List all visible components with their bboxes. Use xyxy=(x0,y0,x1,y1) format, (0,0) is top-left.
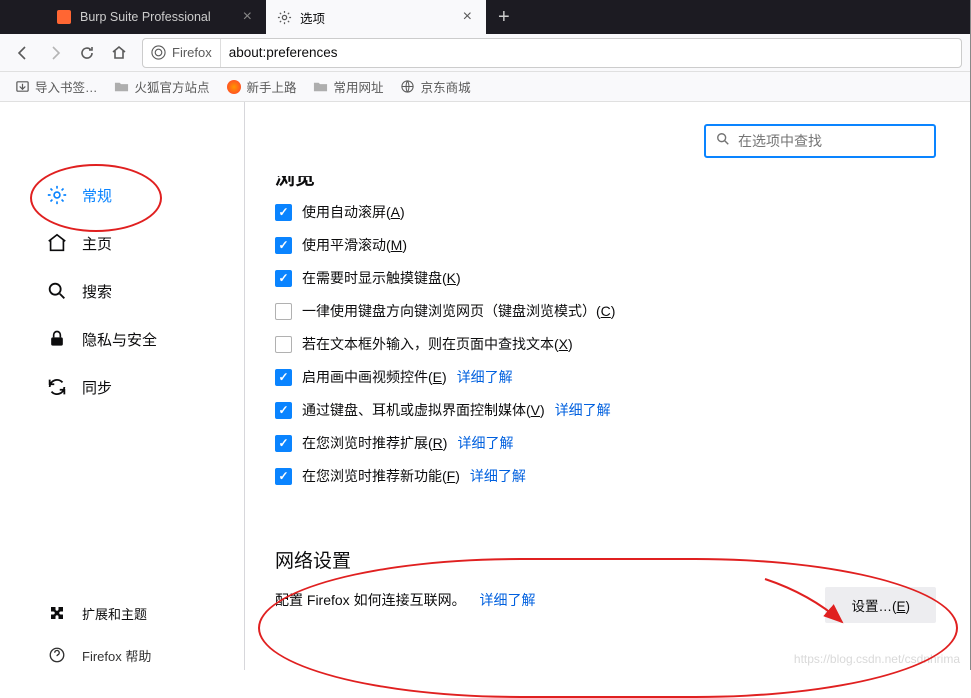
bookmark-getting-started[interactable]: 新手上路 xyxy=(220,74,303,99)
sidebar-item-home[interactable]: 主页 xyxy=(0,222,244,264)
checkbox-row: 一律使用键盘方向键浏览网页（键盘浏览模式）(C) xyxy=(275,301,936,321)
checkbox-label[interactable]: 使用自动滚屏(A) xyxy=(302,202,405,222)
network-settings-button[interactable]: 设置…(E) xyxy=(825,587,936,623)
section-title-network: 网络设置 xyxy=(275,546,936,573)
checkbox[interactable] xyxy=(275,402,292,419)
watermark: https://blog.csdn.net/csdnhrima xyxy=(794,652,960,666)
sidebar-item-label: 隐私与安全 xyxy=(82,329,157,350)
checkbox-label[interactable]: 若在文本框外输入，则在页面中查找文本(X) xyxy=(302,334,573,354)
sync-icon xyxy=(46,376,68,398)
checkbox-row: 使用自动滚屏(A) xyxy=(275,202,936,222)
checkbox-label[interactable]: 使用平滑滚动(M) xyxy=(302,235,407,255)
checkbox[interactable] xyxy=(275,204,292,221)
bookmark-label: 新手上路 xyxy=(247,77,297,96)
search-icon xyxy=(46,280,68,302)
sidebar-item-label: 搜索 xyxy=(82,281,112,302)
bookmark-firefox-official[interactable]: 火狐官方站点 xyxy=(108,74,216,99)
bookmark-label: 京东商城 xyxy=(421,77,471,96)
bookmark-common-urls[interactable]: 常用网址 xyxy=(307,74,390,99)
addons-label: 扩展和主题 xyxy=(82,604,147,623)
sidebar-item-help[interactable]: Firefox 帮助 xyxy=(0,634,244,670)
checkbox[interactable] xyxy=(275,336,292,353)
category-sidebar: 常规 主页 搜索 隐私与安全 同步 扩展和主题 Firefox 帮助 xyxy=(0,102,245,670)
sidebar-item-general[interactable]: 常规 xyxy=(0,174,244,216)
help-icon xyxy=(46,644,68,666)
search-icon xyxy=(716,132,730,151)
burp-favicon xyxy=(56,9,72,25)
preferences-content: 常规 主页 搜索 隐私与安全 同步 扩展和主题 Firefox 帮助 xyxy=(0,102,970,670)
identity-label: Firefox xyxy=(172,45,212,60)
new-tab-button[interactable]: + xyxy=(486,6,522,29)
import-bookmarks-button[interactable]: 导入书签… xyxy=(8,74,104,99)
close-icon[interactable]: × xyxy=(239,8,256,26)
import-icon xyxy=(14,79,30,95)
forward-button[interactable] xyxy=(40,38,70,68)
folder-icon xyxy=(114,79,130,95)
bookmark-label: 火狐官方站点 xyxy=(135,77,210,96)
learn-more-link[interactable]: 详细了解 xyxy=(457,367,513,387)
tab-bar: Burp Suite Professional × 选项 × + xyxy=(0,0,970,34)
checkbox-label[interactable]: 在需要时显示触摸键盘(K) xyxy=(302,268,461,288)
checkbox-label[interactable]: 一律使用键盘方向键浏览网页（键盘浏览模式）(C) xyxy=(302,301,615,321)
help-label: Firefox 帮助 xyxy=(82,646,151,665)
bookmark-label: 常用网址 xyxy=(334,77,384,96)
checkbox-label[interactable]: 启用画中画视频控件(E) xyxy=(302,367,447,387)
checkbox[interactable] xyxy=(275,303,292,320)
close-icon[interactable]: × xyxy=(459,8,476,26)
main-panel: 浏览 使用自动滚屏(A) 使用平滑滚动(M) 在需要时显示触摸键盘(K) 一律使用键盘… xyxy=(245,102,970,670)
network-learn-more-link[interactable]: 详细了解 xyxy=(479,592,535,608)
folder-icon xyxy=(313,79,329,95)
globe-icon xyxy=(400,79,416,95)
identity-box[interactable]: Firefox xyxy=(143,39,221,67)
url-input[interactable] xyxy=(221,45,961,60)
checkbox[interactable] xyxy=(275,435,292,452)
tab-burp[interactable]: Burp Suite Professional × xyxy=(46,0,266,34)
section-title-browsing: 浏览 xyxy=(275,176,936,190)
checkbox-row: 若在文本框外输入，则在页面中查找文本(X) xyxy=(275,334,936,354)
search-input[interactable] xyxy=(738,133,924,149)
sidebar-item-addons[interactable]: 扩展和主题 xyxy=(0,592,244,634)
learn-more-link[interactable]: 详细了解 xyxy=(555,400,611,420)
puzzle-icon xyxy=(46,602,68,624)
checkbox-row: 通过键盘、耳机或虚拟界面控制媒体(V) 详细了解 xyxy=(275,400,936,420)
firefox-icon xyxy=(226,79,242,95)
sidebar-item-sync[interactable]: 同步 xyxy=(0,366,244,408)
import-label: 导入书签… xyxy=(35,77,98,96)
nav-toolbar: Firefox xyxy=(0,34,970,72)
tab-title: Burp Suite Professional xyxy=(80,10,211,24)
checkbox[interactable] xyxy=(275,369,292,386)
url-bar[interactable]: Firefox xyxy=(142,38,962,68)
tab-preferences[interactable]: 选项 × xyxy=(266,0,486,34)
checkbox-row: 在需要时显示触摸键盘(K) xyxy=(275,268,936,288)
gear-icon xyxy=(46,184,68,206)
tab-title: 选项 xyxy=(300,8,325,27)
checkbox-row: 使用平滑滚动(M) xyxy=(275,235,936,255)
checkbox[interactable] xyxy=(275,468,292,485)
sidebar-item-label: 常规 xyxy=(82,185,112,206)
home-button[interactable] xyxy=(104,38,134,68)
back-button[interactable] xyxy=(8,38,38,68)
gear-icon xyxy=(276,9,292,25)
checkbox-row: 在您浏览时推荐新功能(F) 详细了解 xyxy=(275,466,936,486)
checkbox-row: 启用画中画视频控件(E) 详细了解 xyxy=(275,367,936,387)
network-description: 配置 Firefox 如何连接互联网。 详细了解 xyxy=(275,590,535,610)
lock-icon xyxy=(46,328,68,350)
checkbox-row: 在您浏览时推荐扩展(R) 详细了解 xyxy=(275,433,936,453)
reload-button[interactable] xyxy=(72,38,102,68)
bookmark-jd[interactable]: 京东商城 xyxy=(394,74,477,99)
bookmarks-bar: 导入书签… 火狐官方站点 新手上路 常用网址 京东商城 xyxy=(0,72,970,102)
checkbox[interactable] xyxy=(275,237,292,254)
learn-more-link[interactable]: 详细了解 xyxy=(470,466,526,486)
sidebar-item-label: 同步 xyxy=(82,377,112,398)
preferences-search-box[interactable] xyxy=(704,124,936,158)
home-icon xyxy=(46,232,68,254)
sidebar-item-privacy[interactable]: 隐私与安全 xyxy=(0,318,244,360)
sidebar-item-search[interactable]: 搜索 xyxy=(0,270,244,312)
checkbox[interactable] xyxy=(275,270,292,287)
checkbox-label[interactable]: 通过键盘、耳机或虚拟界面控制媒体(V) xyxy=(302,400,545,420)
sidebar-item-label: 主页 xyxy=(82,233,112,254)
checkbox-label[interactable]: 在您浏览时推荐扩展(R) xyxy=(302,433,447,453)
checkbox-label[interactable]: 在您浏览时推荐新功能(F) xyxy=(302,466,460,486)
learn-more-link[interactable]: 详细了解 xyxy=(457,433,513,453)
